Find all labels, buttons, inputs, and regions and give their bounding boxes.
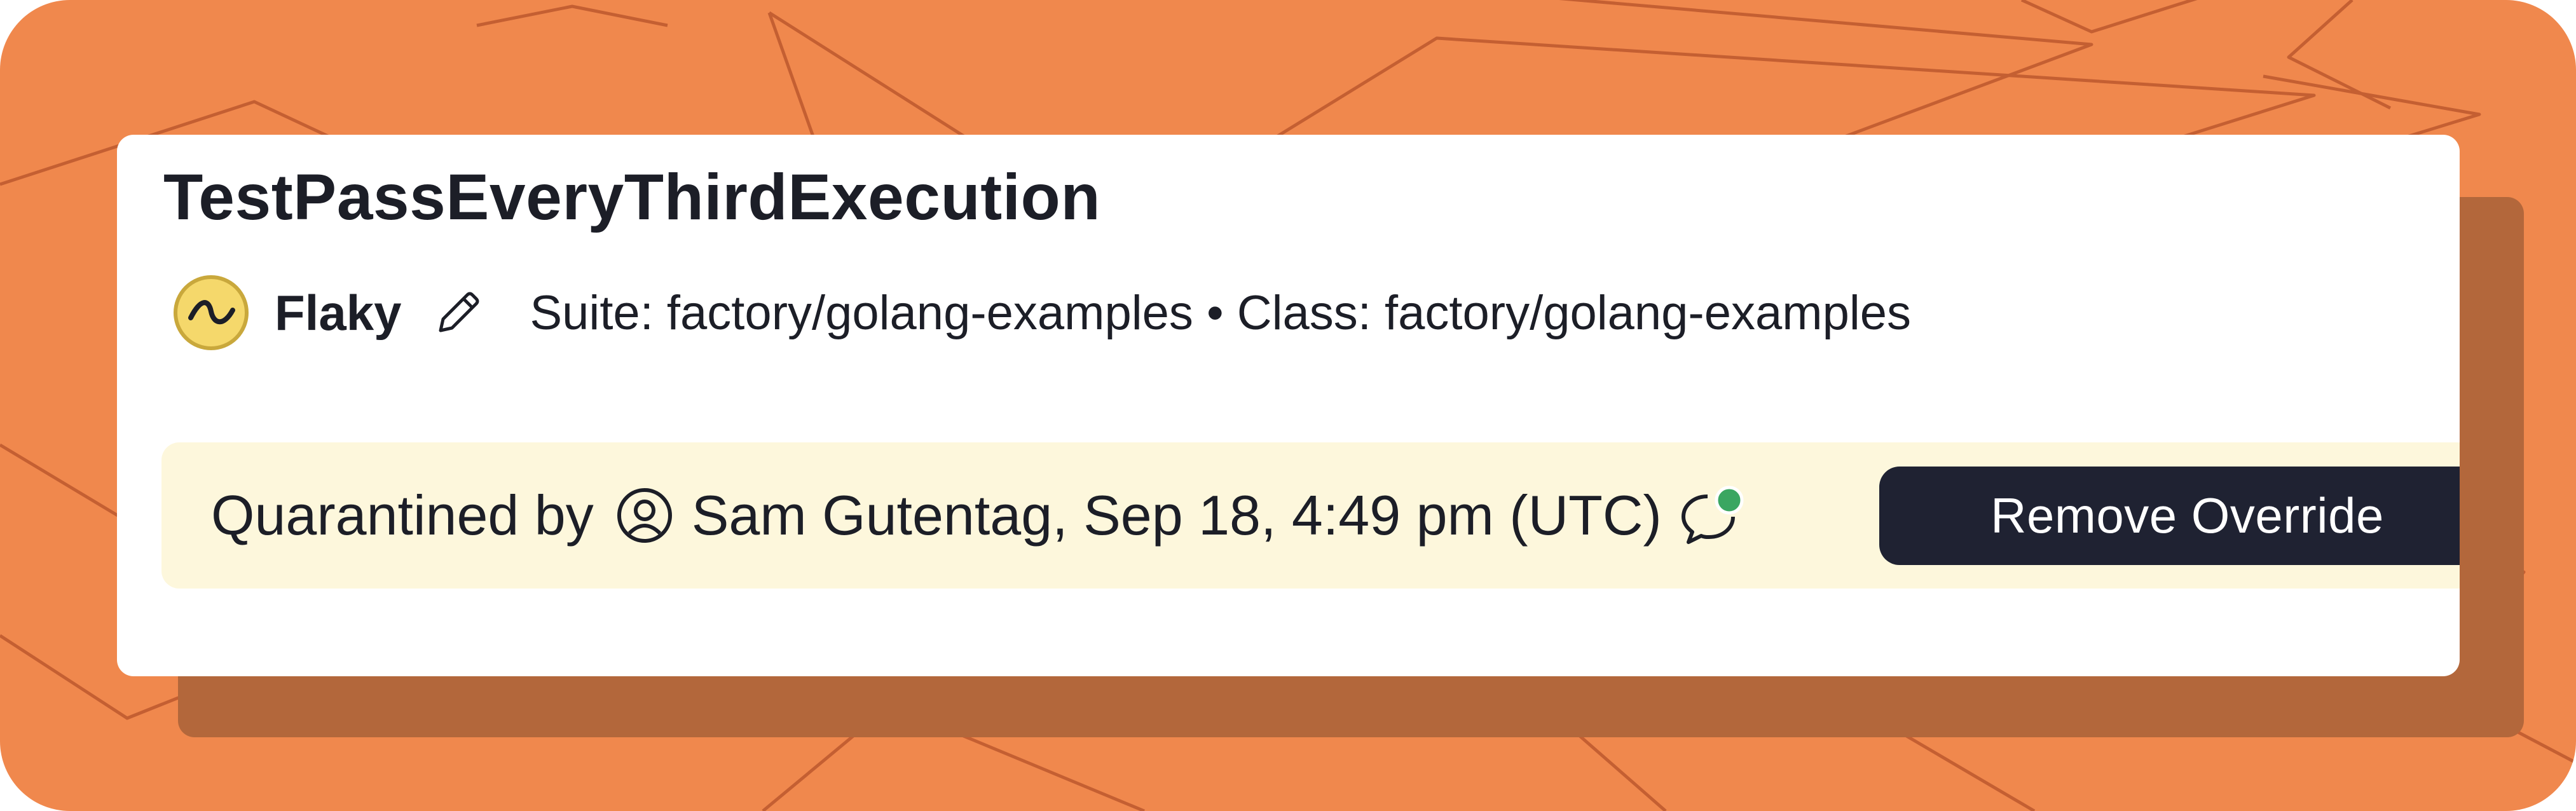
- user-circle-icon: [617, 488, 672, 543]
- quarantine-detail: Sam Gutentag, Sep 18, 4:49 pm (UTC): [691, 484, 1662, 547]
- quarantine-prefix: Quarantined by: [211, 484, 594, 547]
- chat-bubble-icon[interactable]: [1678, 484, 1748, 547]
- remove-override-button[interactable]: Remove Override: [1879, 467, 2460, 565]
- pencil-icon[interactable]: [433, 287, 484, 338]
- status-label: Flaky: [275, 284, 402, 341]
- flaky-status-icon: [174, 275, 249, 350]
- test-status-row: Flaky Suite: factory/golang-examples • C…: [172, 273, 1911, 352]
- quarantine-info: Quarantined by Sam Gutentag, Sep 18, 4:4…: [211, 442, 1748, 589]
- test-name: TestPassEveryThirdExecution: [163, 161, 1101, 233]
- suite-class-info: Suite: factory/golang-examples • Class: …: [530, 285, 1911, 340]
- test-detail-card: TestPassEveryThirdExecution Flaky Suite:…: [117, 135, 2460, 676]
